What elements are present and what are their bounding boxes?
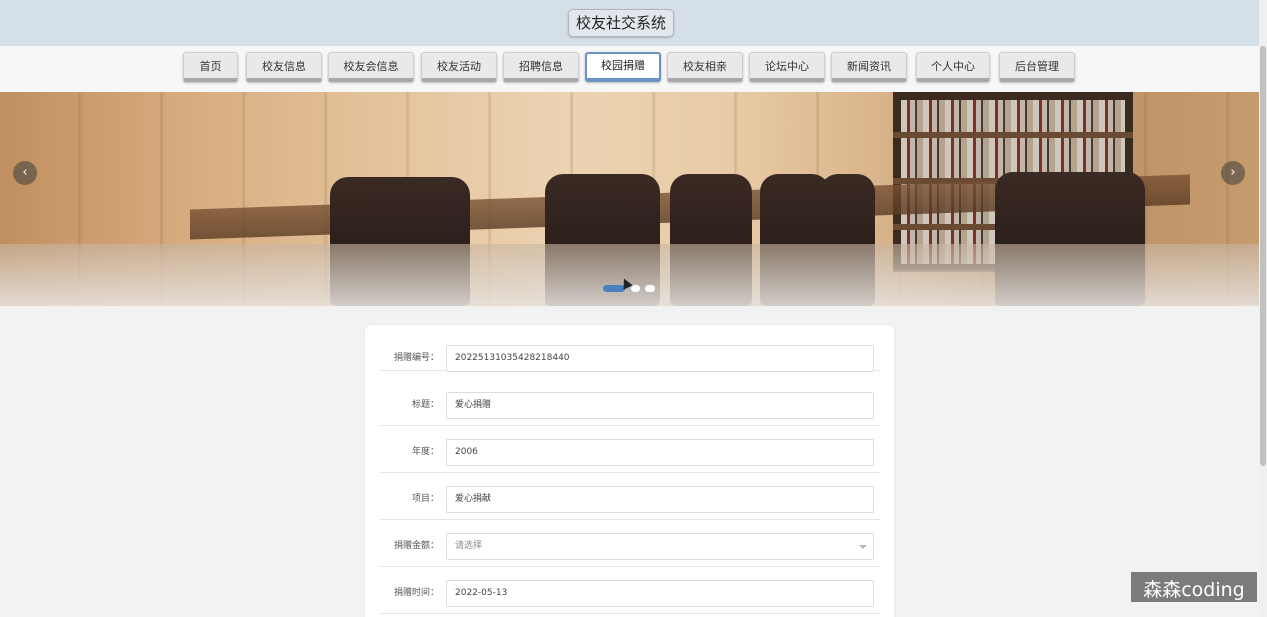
project-input[interactable]: 爱心捐献 — [446, 486, 874, 513]
chevron-right-icon[interactable]: › — [1221, 161, 1245, 185]
project-label: 项目： — [411, 494, 439, 504]
chevron-down-icon — [859, 545, 867, 549]
banner-carousel — [0, 92, 1259, 306]
nav-item-recruitment[interactable]: 招聘信息 — [503, 52, 579, 82]
title-label: 标题： — [411, 400, 439, 410]
title-input[interactable]: 爱心捐赠 — [446, 392, 874, 419]
form-row-project: 项目： 爱心捐献 — [379, 473, 880, 520]
form-row-title: 标题： 爱心捐赠 — [379, 379, 880, 426]
donation-id-input[interactable]: 20225131035428218440 — [446, 345, 874, 372]
form-row-amount: 捐赠金额： 请选择 — [379, 520, 880, 567]
donation-time-input[interactable]: 2022-05-13 — [446, 580, 874, 607]
nav-item-news[interactable]: 新闻资讯 — [831, 52, 907, 82]
floor — [0, 244, 1259, 306]
nav-item-campus-donation[interactable]: 校园捐赠 — [585, 52, 661, 82]
form-row-donation-time: 捐赠时间： 2022-05-13 — [379, 567, 880, 614]
chevron-left-icon[interactable]: ‹ — [13, 161, 37, 185]
donation-time-label: 捐赠时间： — [393, 588, 439, 598]
year-input[interactable]: 2006 — [446, 439, 874, 466]
form-row-year: 年度： 2006 — [379, 426, 880, 473]
carousel-dot-3[interactable] — [645, 285, 655, 292]
carousel-dot-2[interactable] — [631, 285, 640, 292]
page-scrollbar[interactable] — [1259, 0, 1267, 617]
top-header: 校友社交系统 — [0, 0, 1259, 46]
nav-item-admin[interactable]: 后台管理 — [999, 52, 1075, 82]
amount-select-value: 请选择 — [455, 541, 483, 551]
year-label: 年度： — [411, 447, 439, 457]
watermark: 森森coding — [1131, 572, 1257, 602]
nav-item-alumni-dating[interactable]: 校友相亲 — [667, 52, 743, 82]
main-nav: 首页 校友信息 校友会信息 校友活动 招聘信息 校园捐赠 校友相亲 论坛中心 新… — [0, 46, 1259, 92]
donation-form: 捐赠编号： 20225131035428218440 标题： 爱心捐赠 年度： … — [365, 325, 894, 617]
nav-item-alumni-activities[interactable]: 校友活动 — [421, 52, 497, 82]
amount-select[interactable]: 请选择 — [446, 533, 874, 560]
nav-item-forum[interactable]: 论坛中心 — [749, 52, 825, 82]
nav-item-alumni-info[interactable]: 校友信息 — [246, 52, 322, 82]
form-row-donation-id: 捐赠编号： 20225131035428218440 — [379, 325, 880, 372]
amount-label: 捐赠金额： — [393, 541, 439, 551]
nav-item-alumni-association[interactable]: 校友会信息 — [328, 52, 414, 82]
nav-item-home[interactable]: 首页 — [183, 52, 238, 82]
site-title: 校友社交系统 — [568, 9, 675, 37]
scrollbar-thumb[interactable] — [1260, 46, 1266, 466]
nav-item-personal-center[interactable]: 个人中心 — [916, 52, 990, 82]
donation-id-label: 捐赠编号： — [393, 353, 439, 363]
